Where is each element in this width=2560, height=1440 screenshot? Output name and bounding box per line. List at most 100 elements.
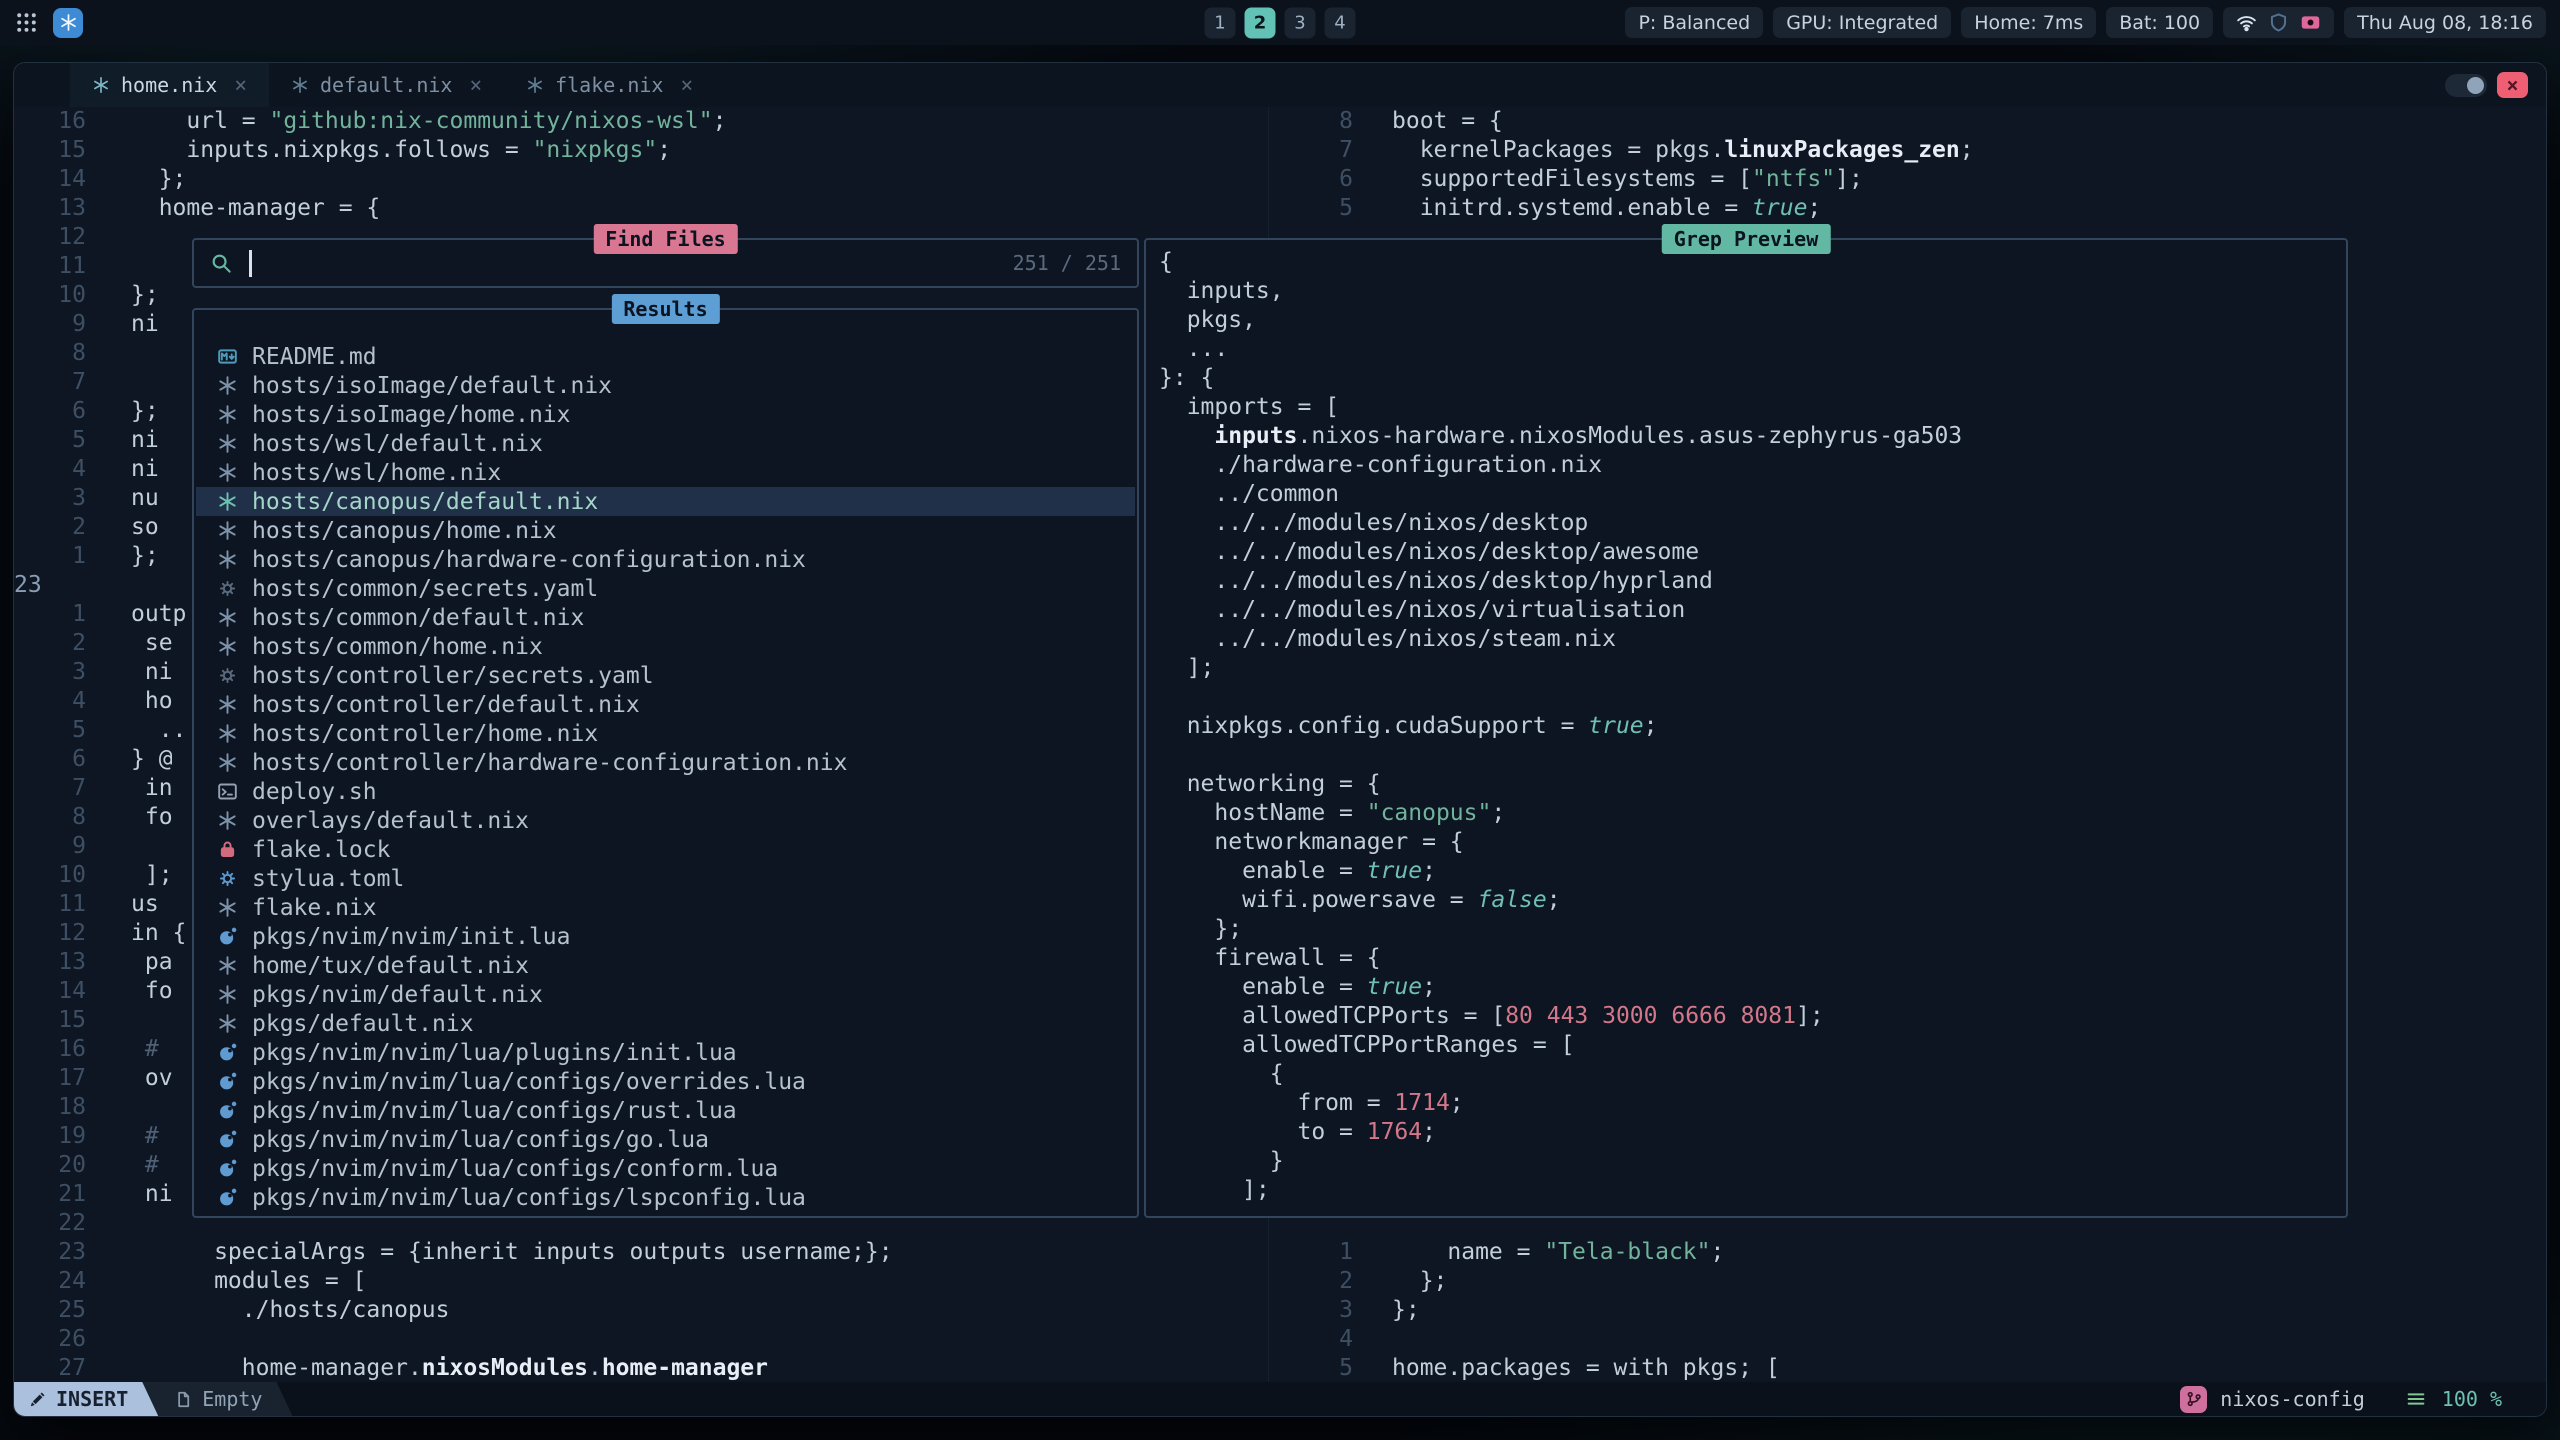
workspace-button-4[interactable]: 4 — [1325, 7, 1356, 38]
preview-line — [1159, 683, 2340, 712]
tab-label: home.nix — [121, 73, 217, 97]
tab-bar: home.nix×default.nix×flake.nix× × — [14, 63, 2546, 107]
result-item[interactable]: hosts/controller/default.nix — [196, 690, 1135, 719]
result-item[interactable]: pkgs/nvim/nvim/lua/plugins/init.lua — [196, 1038, 1135, 1067]
preview-line: ... — [1159, 335, 2340, 364]
window-toggle[interactable] — [2445, 74, 2487, 97]
system-tray[interactable] — [2223, 7, 2334, 38]
preview-line: networkmanager = { — [1159, 828, 2340, 857]
editor-area[interactable]: 16 url = "github:nix-community/nixos-wsl… — [14, 107, 2546, 1382]
result-item[interactable]: hosts/canopus/default.nix — [196, 487, 1135, 516]
result-item[interactable]: hosts/canopus/hardware-configuration.nix — [196, 545, 1135, 574]
preview-line: ../../modules/nixos/desktop — [1159, 509, 2340, 538]
tab-label: default.nix — [320, 73, 452, 97]
editor-tab[interactable]: default.nix × — [269, 63, 504, 107]
tab-close-icon[interactable]: × — [469, 73, 482, 97]
file-name: flake.nix — [252, 895, 377, 921]
result-item[interactable]: pkgs/nvim/nvim/init.lua — [196, 922, 1135, 951]
result-item[interactable]: pkgs/nvim/nvim/lua/configs/rust.lua — [196, 1096, 1135, 1125]
nix-icon — [215, 375, 239, 396]
clock[interactable]: Thu Aug 08, 18:16 — [2344, 7, 2546, 38]
result-item[interactable]: hosts/controller/home.nix — [196, 719, 1135, 748]
code-line: 5 initrd.systemd.enable = true; — [1269, 194, 2546, 223]
editor-tab[interactable]: home.nix × — [70, 63, 269, 107]
buffer-label: Empty — [202, 1387, 262, 1411]
result-item[interactable]: hosts/controller/secrets.yaml — [196, 661, 1135, 690]
snowflake-icon — [59, 13, 78, 32]
status-module[interactable]: GPU: Integrated — [1773, 7, 1951, 38]
apps-grid-icon[interactable] — [14, 10, 39, 35]
workspace-button-1[interactable]: 1 — [1205, 7, 1236, 38]
file-name: flake.lock — [252, 837, 390, 863]
preview-line: nixpkgs.config.cudaSupport = true; — [1159, 712, 2340, 741]
preview-content: { inputs, pkgs, ...}: { imports = [ inpu… — [1159, 248, 2340, 1212]
file-name: pkgs/default.nix — [252, 1011, 474, 1037]
telescope-results[interactable]: Results README.mdhosts/isoImage/default.… — [192, 308, 1139, 1218]
status-module[interactable]: Home: 7ms — [1961, 7, 2096, 38]
terminal-window: home.nix×default.nix×flake.nix× × 16 url… — [13, 62, 2547, 1417]
tab-close-icon[interactable]: × — [680, 73, 693, 97]
result-item[interactable]: hosts/common/secrets.yaml — [196, 574, 1135, 603]
result-item[interactable]: pkgs/nvim/default.nix — [196, 980, 1135, 1009]
preview-line: ../../modules/nixos/virtualisation — [1159, 596, 2340, 625]
result-item[interactable]: stylua.toml — [196, 864, 1135, 893]
nix-icon — [215, 520, 239, 541]
lua-icon — [215, 1187, 239, 1208]
file-name: pkgs/nvim/nvim/lua/configs/lspconfig.lua — [252, 1185, 806, 1211]
result-item[interactable]: pkgs/nvim/nvim/lua/configs/overrides.lua — [196, 1067, 1135, 1096]
file-name: pkgs/nvim/nvim/lua/configs/go.lua — [252, 1127, 709, 1153]
workspace-button-3[interactable]: 3 — [1285, 7, 1316, 38]
result-item[interactable]: hosts/isoImage/home.nix — [196, 400, 1135, 429]
file-name: pkgs/nvim/nvim/lua/plugins/init.lua — [252, 1040, 737, 1066]
file-name: hosts/wsl/default.nix — [252, 431, 543, 457]
result-item[interactable]: deploy.sh — [196, 777, 1135, 806]
preview-line: allowedTCPPorts = [80 443 3000 6666 8081… — [1159, 1002, 2340, 1031]
result-item[interactable]: pkgs/nvim/nvim/lua/configs/conform.lua — [196, 1154, 1135, 1183]
preview-line: imports = [ — [1159, 393, 2340, 422]
result-item[interactable]: hosts/common/default.nix — [196, 603, 1135, 632]
tabs: home.nix×default.nix×flake.nix× — [70, 63, 715, 107]
result-item[interactable]: hosts/common/home.nix — [196, 632, 1135, 661]
preview-line: firewall = { — [1159, 944, 2340, 973]
result-item[interactable]: flake.lock — [196, 835, 1135, 864]
code-line: 7 kernelPackages = pkgs.linuxPackages_ze… — [1269, 136, 2546, 165]
result-item[interactable]: hosts/wsl/default.nix — [196, 429, 1135, 458]
result-item[interactable]: README.md — [196, 342, 1135, 371]
result-item[interactable]: pkgs/nvim/nvim/lua/configs/lspconfig.lua — [196, 1183, 1135, 1212]
distro-logo-icon[interactable] — [53, 8, 83, 38]
status-module[interactable]: Bat: 100 — [2106, 7, 2213, 38]
file-name: hosts/controller/hardware-configuration.… — [252, 750, 847, 776]
nix-icon — [92, 76, 110, 94]
top-bar-left — [14, 8, 83, 38]
statusline: INSERT Empty nixos-config 100 % — [14, 1382, 2546, 1416]
window-close-button[interactable]: × — [2497, 72, 2528, 98]
workspace-button-2[interactable]: 2 — [1245, 7, 1276, 38]
nix-icon — [215, 723, 239, 744]
result-item[interactable]: pkgs/default.nix — [196, 1009, 1135, 1038]
search-icon — [210, 252, 233, 275]
result-item[interactable]: pkgs/nvim/nvim/lua/configs/go.lua — [196, 1125, 1135, 1154]
wifi-icon[interactable] — [2236, 12, 2257, 33]
result-item[interactable]: hosts/wsl/home.nix — [196, 458, 1135, 487]
result-item[interactable]: overlays/default.nix — [196, 806, 1135, 835]
result-item[interactable]: hosts/controller/hardware-configuration.… — [196, 748, 1135, 777]
preview-line: inputs.nixos-hardware.nixosModules.asus-… — [1159, 422, 2340, 451]
mode-indicator: INSERT — [14, 1382, 158, 1416]
tab-close-icon[interactable]: × — [234, 73, 247, 97]
markdown-icon — [215, 346, 239, 367]
screen-record-icon[interactable] — [2300, 12, 2321, 33]
top-bar: 1234 P: Balanced GPU: Integrated Home: 7ms… — [0, 0, 2560, 45]
result-item[interactable]: hosts/canopus/home.nix — [196, 516, 1135, 545]
result-item[interactable]: hosts/isoImage/default.nix — [196, 371, 1135, 400]
pencil-icon — [28, 1390, 47, 1409]
file-name: hosts/common/default.nix — [252, 605, 584, 631]
shield-icon[interactable] — [2268, 12, 2289, 33]
lua-icon — [215, 1100, 239, 1121]
editor-tab[interactable]: flake.nix× — [504, 63, 715, 107]
result-item[interactable]: home/tux/default.nix — [196, 951, 1135, 980]
lua-icon — [215, 1042, 239, 1063]
telescope-prompt[interactable]: Find Files 251 / 251 — [192, 238, 1139, 288]
result-item[interactable]: flake.nix — [196, 893, 1135, 922]
status-module[interactable]: P: Balanced — [1625, 7, 1763, 38]
file-name: deploy.sh — [252, 779, 377, 805]
